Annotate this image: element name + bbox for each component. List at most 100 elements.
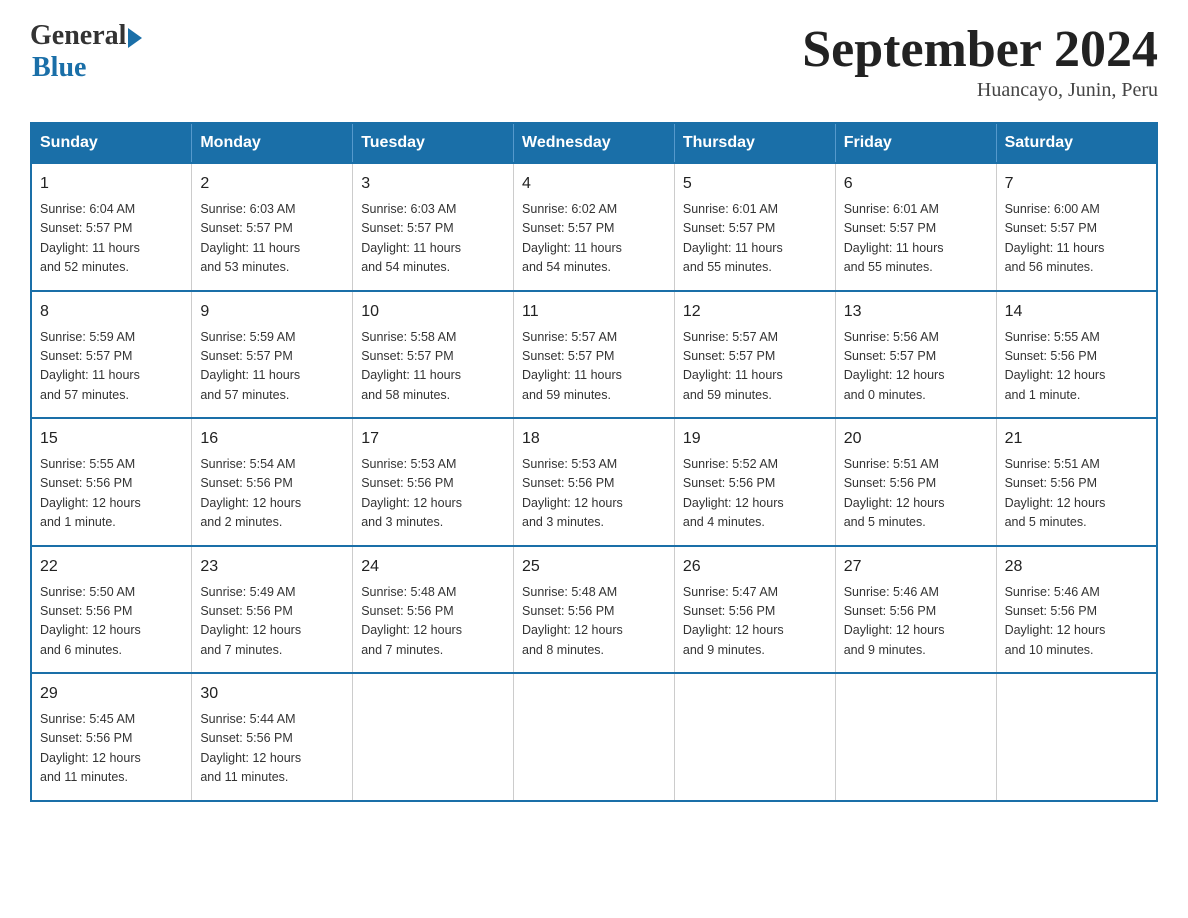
calendar-week-4: 22 Sunrise: 5:50 AM Sunset: 5:56 PM Dayli… [31, 546, 1157, 674]
logo-general-text: General [30, 20, 126, 52]
day-number: 14 [1005, 300, 1148, 324]
logo-blue-text: Blue [32, 52, 142, 84]
day-number: 23 [200, 555, 344, 579]
day-info: Sunrise: 6:01 AM Sunset: 5:57 PM Dayligh… [683, 200, 827, 278]
calendar-cell: 23 Sunrise: 5:49 AM Sunset: 5:56 PM Dayli… [192, 546, 353, 674]
weekday-header-tuesday: Tuesday [353, 123, 514, 163]
day-info: Sunrise: 5:57 AM Sunset: 5:57 PM Dayligh… [683, 328, 827, 406]
day-number: 5 [683, 172, 827, 196]
calendar-cell: 1Sunrise: 6:04 AM Sunset: 5:57 PM Daylig… [31, 163, 192, 291]
day-info: Sunrise: 6:03 AM Sunset: 5:57 PM Dayligh… [361, 200, 505, 278]
day-number: 26 [683, 555, 827, 579]
day-number: 20 [844, 427, 988, 451]
day-number: 11 [522, 300, 666, 324]
calendar-week-5: 29 Sunrise: 5:45 AM Sunset: 5:56 PM Dayli… [31, 673, 1157, 801]
calendar-week-1: 1Sunrise: 6:04 AM Sunset: 5:57 PM Daylig… [31, 163, 1157, 291]
weekday-header-saturday: Saturday [996, 123, 1157, 163]
day-number: 9 [200, 300, 344, 324]
day-info: Sunrise: 5:56 AM Sunset: 5:57 PM Dayligh… [844, 328, 988, 406]
calendar-cell: 19 Sunrise: 5:52 AM Sunset: 5:56 PM Dayli… [674, 418, 835, 546]
calendar-cell: 28 Sunrise: 5:46 AM Sunset: 5:56 PM Dayli… [996, 546, 1157, 674]
calendar-cell: 27 Sunrise: 5:46 AM Sunset: 5:56 PM Dayli… [835, 546, 996, 674]
weekday-header-wednesday: Wednesday [514, 123, 675, 163]
calendar-body: 1Sunrise: 6:04 AM Sunset: 5:57 PM Daylig… [31, 163, 1157, 801]
calendar-cell: 17 Sunrise: 5:53 AM Sunset: 5:56 PM Dayli… [353, 418, 514, 546]
day-info: Sunrise: 6:00 AM Sunset: 5:57 PM Dayligh… [1005, 200, 1148, 278]
day-number: 17 [361, 427, 505, 451]
day-info: Sunrise: 6:01 AM Sunset: 5:57 PM Dayligh… [844, 200, 988, 278]
day-number: 21 [1005, 427, 1148, 451]
day-number: 22 [40, 555, 183, 579]
calendar-cell: 2Sunrise: 6:03 AM Sunset: 5:57 PM Daylig… [192, 163, 353, 291]
calendar-table: SundayMondayTuesdayWednesdayThursdayFrid… [30, 122, 1158, 802]
logo: General Blue [30, 20, 142, 84]
calendar-cell: 30Sunrise: 5:44 AM Sunset: 5:56 PM Dayli… [192, 673, 353, 801]
day-info: Sunrise: 5:54 AM Sunset: 5:56 PM Dayligh… [200, 455, 344, 533]
calendar-cell: 13Sunrise: 5:56 AM Sunset: 5:57 PM Dayli… [835, 291, 996, 419]
location-text: Huancayo, Junin, Peru [802, 79, 1158, 102]
day-number: 3 [361, 172, 505, 196]
day-number: 15 [40, 427, 183, 451]
day-number: 12 [683, 300, 827, 324]
day-number: 19 [683, 427, 827, 451]
weekday-header-monday: Monday [192, 123, 353, 163]
day-number: 6 [844, 172, 988, 196]
calendar-cell [674, 673, 835, 801]
month-title: September 2024 [802, 20, 1158, 79]
day-number: 16 [200, 427, 344, 451]
day-number: 2 [200, 172, 344, 196]
calendar-cell: 21 Sunrise: 5:51 AM Sunset: 5:56 PM Dayli… [996, 418, 1157, 546]
day-info: Sunrise: 5:45 AM Sunset: 5:56 PM Dayligh… [40, 710, 183, 788]
calendar-cell: 9 Sunrise: 5:59 AM Sunset: 5:57 PM Daylig… [192, 291, 353, 419]
day-number: 18 [522, 427, 666, 451]
calendar-cell [353, 673, 514, 801]
day-info: Sunrise: 5:59 AM Sunset: 5:57 PM Dayligh… [40, 328, 183, 406]
day-number: 7 [1005, 172, 1148, 196]
calendar-cell: 15Sunrise: 5:55 AM Sunset: 5:56 PM Dayli… [31, 418, 192, 546]
day-info: Sunrise: 5:55 AM Sunset: 5:56 PM Dayligh… [1005, 328, 1148, 406]
day-number: 28 [1005, 555, 1148, 579]
calendar-cell: 8 Sunrise: 5:59 AM Sunset: 5:57 PM Daylig… [31, 291, 192, 419]
calendar-cell: 5 Sunrise: 6:01 AM Sunset: 5:57 PM Daylig… [674, 163, 835, 291]
day-info: Sunrise: 5:53 AM Sunset: 5:56 PM Dayligh… [522, 455, 666, 533]
day-info: Sunrise: 5:46 AM Sunset: 5:56 PM Dayligh… [1005, 583, 1148, 661]
calendar-cell [996, 673, 1157, 801]
day-info: Sunrise: 5:51 AM Sunset: 5:56 PM Dayligh… [1005, 455, 1148, 533]
calendar-cell [835, 673, 996, 801]
weekday-header-sunday: Sunday [31, 123, 192, 163]
day-info: Sunrise: 5:46 AM Sunset: 5:56 PM Dayligh… [844, 583, 988, 661]
day-number: 4 [522, 172, 666, 196]
page-header: General Blue September 2024 Huancayo, Ju… [30, 20, 1158, 102]
day-info: Sunrise: 5:53 AM Sunset: 5:56 PM Dayligh… [361, 455, 505, 533]
day-info: Sunrise: 5:50 AM Sunset: 5:56 PM Dayligh… [40, 583, 183, 661]
day-info: Sunrise: 5:48 AM Sunset: 5:56 PM Dayligh… [361, 583, 505, 661]
logo-arrow-icon [128, 28, 142, 48]
day-info: Sunrise: 5:51 AM Sunset: 5:56 PM Dayligh… [844, 455, 988, 533]
calendar-week-2: 8 Sunrise: 5:59 AM Sunset: 5:57 PM Daylig… [31, 291, 1157, 419]
calendar-cell: 11 Sunrise: 5:57 AM Sunset: 5:57 PM Dayli… [514, 291, 675, 419]
day-number: 25 [522, 555, 666, 579]
weekday-header-friday: Friday [835, 123, 996, 163]
day-number: 27 [844, 555, 988, 579]
calendar-cell: 16 Sunrise: 5:54 AM Sunset: 5:56 PM Dayli… [192, 418, 353, 546]
day-info: Sunrise: 5:49 AM Sunset: 5:56 PM Dayligh… [200, 583, 344, 661]
day-number: 29 [40, 682, 183, 706]
day-number: 24 [361, 555, 505, 579]
day-info: Sunrise: 5:52 AM Sunset: 5:56 PM Dayligh… [683, 455, 827, 533]
calendar-cell: 10Sunrise: 5:58 AM Sunset: 5:57 PM Dayli… [353, 291, 514, 419]
day-number: 8 [40, 300, 183, 324]
calendar-cell: 12 Sunrise: 5:57 AM Sunset: 5:57 PM Dayli… [674, 291, 835, 419]
calendar-header: SundayMondayTuesdayWednesdayThursdayFrid… [31, 123, 1157, 163]
calendar-week-3: 15Sunrise: 5:55 AM Sunset: 5:56 PM Dayli… [31, 418, 1157, 546]
calendar-cell: 20 Sunrise: 5:51 AM Sunset: 5:56 PM Dayli… [835, 418, 996, 546]
weekday-header-thursday: Thursday [674, 123, 835, 163]
calendar-cell: 22 Sunrise: 5:50 AM Sunset: 5:56 PM Dayli… [31, 546, 192, 674]
day-info: Sunrise: 5:48 AM Sunset: 5:56 PM Dayligh… [522, 583, 666, 661]
calendar-cell: 24 Sunrise: 5:48 AM Sunset: 5:56 PM Dayli… [353, 546, 514, 674]
calendar-cell: 7 Sunrise: 6:00 AM Sunset: 5:57 PM Daylig… [996, 163, 1157, 291]
day-info: Sunrise: 5:59 AM Sunset: 5:57 PM Dayligh… [200, 328, 344, 406]
day-info: Sunrise: 5:57 AM Sunset: 5:57 PM Dayligh… [522, 328, 666, 406]
calendar-cell: 3 Sunrise: 6:03 AM Sunset: 5:57 PM Daylig… [353, 163, 514, 291]
calendar-cell: 25 Sunrise: 5:48 AM Sunset: 5:56 PM Dayli… [514, 546, 675, 674]
header-row: SundayMondayTuesdayWednesdayThursdayFrid… [31, 123, 1157, 163]
